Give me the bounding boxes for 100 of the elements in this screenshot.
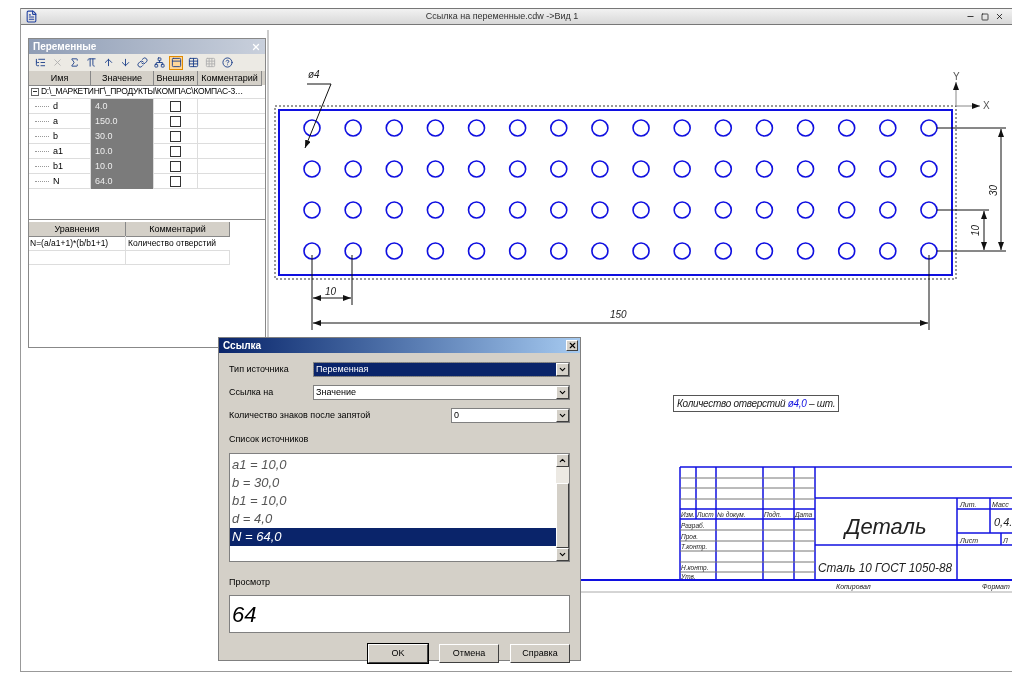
variable-value[interactable]: 4.0 bbox=[91, 99, 154, 114]
dropdown-field[interactable]: Переменная bbox=[313, 362, 570, 377]
hole-circle bbox=[755, 201, 774, 219]
dimension-text: 30 bbox=[988, 184, 999, 196]
mass-text: 0,4. bbox=[994, 516, 1012, 528]
hole-circle bbox=[879, 119, 897, 137]
toolbar-button[interactable] bbox=[135, 55, 149, 70]
hole-circle bbox=[550, 160, 568, 178]
hole-circle bbox=[550, 119, 568, 137]
toolbar-button[interactable] bbox=[220, 55, 234, 70]
hole-circle bbox=[467, 201, 486, 219]
close-icon bbox=[567, 341, 577, 350]
column-header[interactable]: Имя bbox=[29, 71, 91, 86]
equation-cell[interactable]: N=(a/a1+1)*(b/b1+1) bbox=[29, 236, 126, 251]
hole-circle bbox=[467, 242, 486, 260]
field-label: Ссылка на bbox=[229, 385, 274, 399]
checkbox[interactable] bbox=[170, 131, 181, 142]
hole-circle bbox=[755, 160, 774, 178]
hole-circle bbox=[673, 242, 691, 260]
list-icon bbox=[34, 57, 46, 68]
variable-name[interactable]: d bbox=[53, 99, 58, 114]
panel-icon bbox=[170, 57, 182, 68]
hole-circle bbox=[879, 160, 897, 178]
variable-name[interactable]: a bbox=[53, 114, 58, 129]
hole-circle bbox=[755, 242, 774, 260]
list-item[interactable]: a1 = 10,0 bbox=[230, 455, 556, 474]
leader-line bbox=[304, 83, 332, 149]
hole-circle bbox=[508, 160, 527, 178]
help-icon bbox=[221, 57, 233, 68]
dialog-button[interactable]: Отмена bbox=[439, 644, 499, 663]
column-header[interactable]: Уравнения bbox=[29, 222, 126, 237]
window-title: Ссылка на переменные.cdw ->Вид 1 bbox=[424, 9, 580, 23]
hole-circle bbox=[385, 119, 404, 137]
link-icon bbox=[136, 57, 148, 68]
hole-circle bbox=[837, 119, 856, 137]
field-label: Тип источника bbox=[229, 362, 289, 376]
scrollbar[interactable] bbox=[556, 453, 569, 561]
close-button[interactable] bbox=[566, 340, 578, 351]
hole-circle bbox=[714, 160, 733, 178]
variable-name[interactable]: a1 bbox=[53, 144, 63, 159]
dimension-text: 10 bbox=[325, 286, 337, 297]
variable-value[interactable]: 10.0 bbox=[91, 144, 154, 159]
variable-value[interactable]: 64.0 bbox=[91, 174, 154, 189]
column-header[interactable]: Внешняя bbox=[154, 71, 198, 86]
dropdown-field[interactable]: 0 bbox=[451, 408, 570, 423]
column-header[interactable]: Значение bbox=[91, 71, 154, 86]
expand-toggle[interactable] bbox=[31, 87, 39, 96]
toolbar-button[interactable] bbox=[152, 55, 166, 70]
hole-circle bbox=[673, 160, 691, 178]
variable-name[interactable]: N bbox=[53, 174, 60, 189]
hole-circle bbox=[755, 119, 774, 137]
hole-circle bbox=[714, 119, 733, 137]
grid-icon bbox=[204, 57, 216, 68]
hole-circle bbox=[508, 201, 527, 219]
dimension-text: 10 bbox=[970, 224, 981, 236]
hole-circle bbox=[508, 119, 527, 137]
checkbox[interactable] bbox=[170, 146, 181, 157]
hole-circle bbox=[920, 201, 938, 219]
field-label: Количество знаков после запятой bbox=[229, 408, 371, 422]
preview-text: 64 bbox=[231, 600, 257, 629]
hole-circle bbox=[837, 160, 856, 178]
toolbar-button[interactable] bbox=[169, 55, 183, 70]
hole-circle bbox=[920, 119, 938, 137]
diameter-label: ø4 bbox=[308, 69, 320, 80]
list-item[interactable]: N = 64,0 bbox=[230, 527, 556, 546]
hole-circle bbox=[714, 201, 733, 219]
tree-root[interactable]: D:\_МАРКЕТИНГ\_ПРОДУКТЫ\КОМПАС\КОМПАС-3… bbox=[41, 85, 244, 98]
variable-value[interactable]: 10.0 bbox=[91, 159, 154, 174]
toolbar-button[interactable] bbox=[186, 55, 200, 70]
hole-circle bbox=[796, 119, 815, 137]
close-icon[interactable] bbox=[995, 12, 1004, 21]
checkbox[interactable] bbox=[170, 161, 181, 172]
toolbar-button[interactable] bbox=[84, 55, 98, 70]
dialog-button[interactable]: Справка bbox=[510, 644, 570, 663]
hole-circle bbox=[920, 160, 938, 178]
hole-circle bbox=[426, 242, 445, 260]
column-header[interactable]: Комментарий bbox=[198, 71, 262, 86]
variable-value[interactable]: 150.0 bbox=[91, 114, 154, 129]
variable-name[interactable]: b bbox=[53, 129, 58, 144]
maximize-icon[interactable] bbox=[981, 12, 989, 21]
hole-circle bbox=[837, 242, 856, 260]
comment-cell[interactable]: Количество отверстий bbox=[126, 236, 230, 251]
checkbox[interactable] bbox=[170, 116, 181, 127]
dropdown-field[interactable]: Значение bbox=[313, 385, 570, 400]
list-item[interactable]: b1 = 10,0 bbox=[230, 491, 556, 510]
column-header[interactable]: Комментарий bbox=[126, 222, 230, 237]
variable-name[interactable]: b1 bbox=[53, 159, 63, 174]
list-item[interactable]: b = 30,0 bbox=[230, 473, 556, 492]
pi-icon bbox=[85, 57, 97, 68]
variable-value[interactable]: 30.0 bbox=[91, 129, 154, 144]
hole-circle bbox=[344, 242, 362, 260]
dialog-title: Ссылка bbox=[223, 339, 262, 353]
hole-circle bbox=[920, 242, 938, 260]
hole-circle bbox=[591, 119, 609, 137]
hole-circle bbox=[385, 242, 404, 260]
checkbox[interactable] bbox=[170, 176, 181, 187]
list-item[interactable]: d = 4,0 bbox=[230, 509, 556, 528]
axis-label: X bbox=[983, 100, 990, 111]
dialog-button[interactable]: OK bbox=[368, 644, 428, 663]
checkbox[interactable] bbox=[170, 101, 181, 112]
